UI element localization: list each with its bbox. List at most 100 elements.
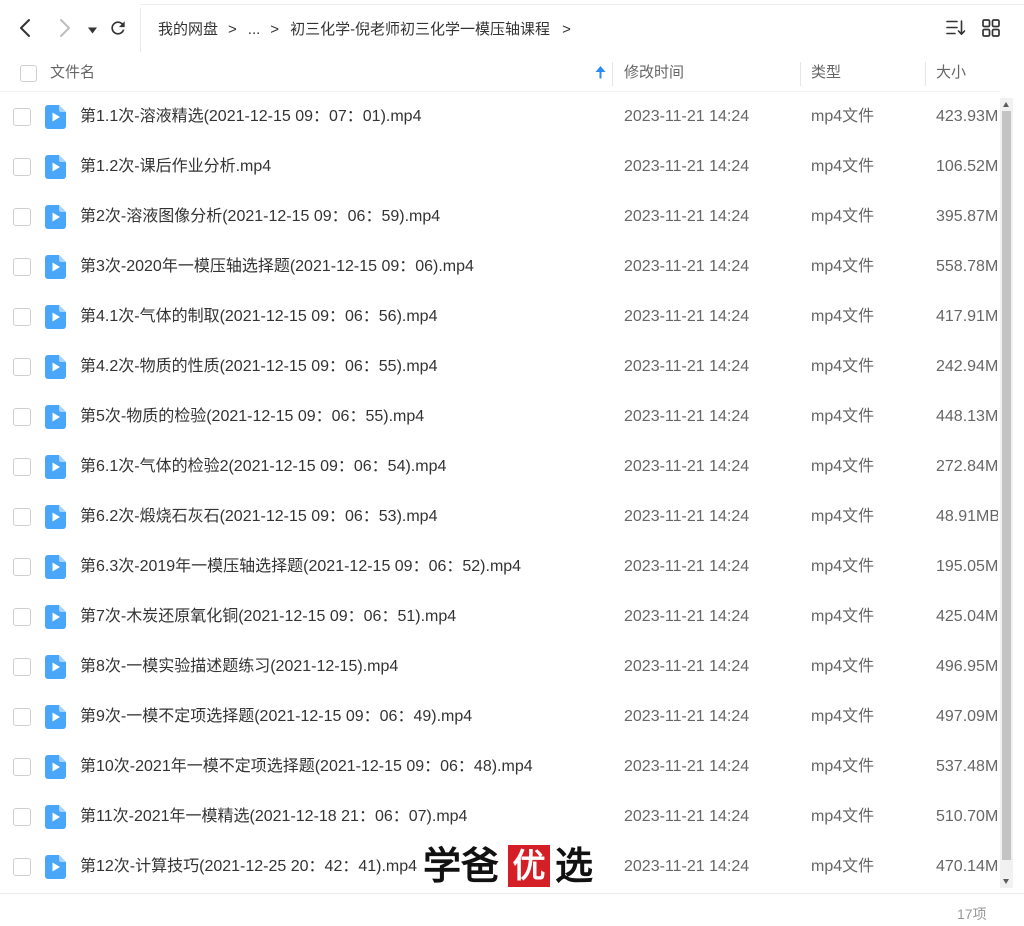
sort-options-button[interactable]: [945, 20, 967, 40]
file-type: mp4文件: [811, 508, 875, 525]
row-checkbox[interactable]: [13, 808, 31, 826]
column-header-size[interactable]: 大小: [936, 63, 966, 83]
file-size: 558.78M: [936, 258, 998, 275]
breadcrumb-separator: >: [228, 21, 237, 38]
video-file-icon: [45, 155, 66, 179]
row-checkbox[interactable]: [13, 858, 31, 876]
file-row[interactable]: 第7次-木炭还原氧化铜(2021-12-15 09：06：51).mp4 202…: [0, 592, 1000, 642]
file-row[interactable]: 第4.1次-气体的制取(2021-12-15 09：06：56).mp4 202…: [0, 292, 1000, 342]
file-name[interactable]: 第6.3次-2019年一模压轴选择题(2021-12-15 09：06：52).…: [80, 557, 521, 577]
row-checkbox[interactable]: [13, 158, 31, 176]
file-name[interactable]: 第3次-2020年一模压轴选择题(2021-12-15 09：06).mp4: [80, 257, 474, 277]
row-checkbox[interactable]: [13, 758, 31, 776]
select-all-checkbox[interactable]: [20, 65, 37, 82]
vertical-scrollbar[interactable]: [1000, 98, 1013, 888]
refresh-button[interactable]: [107, 19, 129, 41]
row-checkbox[interactable]: [13, 358, 31, 376]
video-file-icon: [45, 205, 66, 229]
file-size: 195.05M: [936, 558, 998, 575]
row-checkbox[interactable]: [13, 408, 31, 426]
row-checkbox[interactable]: [13, 258, 31, 276]
file-size: 537.48M: [936, 758, 998, 775]
file-size: 272.84M: [936, 458, 998, 475]
row-checkbox[interactable]: [13, 558, 31, 576]
history-dropdown-button[interactable]: [84, 22, 100, 38]
breadcrumb-current-folder[interactable]: 初三化学-倪老师初三化学一模压轴课程: [290, 19, 550, 41]
file-row[interactable]: 第6.2次-煅烧石灰石(2021-12-15 09：06：53).mp4 202…: [0, 492, 1000, 542]
forward-button[interactable]: [52, 18, 78, 40]
file-name[interactable]: 第4.2次-物质的性质(2021-12-15 09：06：55).mp4: [80, 357, 437, 377]
column-header-name[interactable]: 文件名: [50, 63, 95, 83]
file-name[interactable]: 第6.1次-气体的检验2(2021-12-15 09：06：54).mp4: [80, 457, 446, 477]
back-button[interactable]: [12, 18, 38, 40]
file-type: mp4文件: [811, 358, 875, 375]
file-type: mp4文件: [811, 258, 875, 275]
file-manager-window: 我的网盘 > ... > 初三化学-倪老师初三化学一模压轴课程 > 文件名 修改…: [0, 0, 1024, 926]
file-size: 395.87M: [936, 208, 998, 225]
breadcrumb-root[interactable]: 我的网盘: [158, 19, 218, 41]
video-file-icon: [45, 105, 66, 129]
file-size: 48.91MB: [936, 508, 998, 525]
file-row[interactable]: 第1.2次-课后作业分析.mp4 2023-11-21 14:24 mp4文件 …: [0, 142, 1000, 192]
row-checkbox[interactable]: [13, 458, 31, 476]
file-row[interactable]: 第6.1次-气体的检验2(2021-12-15 09：06：54).mp4 20…: [0, 442, 1000, 492]
modified-time: 2023-11-21 14:24: [624, 858, 750, 875]
file-row[interactable]: 第11次-2021年一模精选(2021-12-18 21：06：07).mp4 …: [0, 792, 1000, 842]
column-header-modified[interactable]: 修改时间: [624, 63, 684, 83]
scroll-up-arrow[interactable]: [1000, 98, 1013, 111]
file-name[interactable]: 第11次-2021年一模精选(2021-12-18 21：06：07).mp4: [80, 807, 467, 827]
file-row[interactable]: 第5次-物质的检验(2021-12-15 09：06：55).mp4 2023-…: [0, 392, 1000, 442]
file-type: mp4文件: [811, 458, 875, 475]
video-file-icon: [45, 455, 66, 479]
row-checkbox[interactable]: [13, 608, 31, 626]
watermark-logo: 学爸 优 选: [423, 842, 593, 890]
row-checkbox[interactable]: [13, 108, 31, 126]
row-checkbox[interactable]: [13, 658, 31, 676]
file-size: 470.14M: [936, 858, 998, 875]
caret-down-icon: [87, 21, 97, 39]
file-name[interactable]: 第8次-一模实验描述题练习(2021-12-15).mp4: [80, 657, 398, 677]
column-header-type[interactable]: 类型: [811, 63, 841, 83]
file-row[interactable]: 第4.2次-物质的性质(2021-12-15 09：06：55).mp4 202…: [0, 342, 1000, 392]
file-row[interactable]: 第2次-溶液图像分析(2021-12-15 09：06：59).mp4 2023…: [0, 192, 1000, 242]
file-name[interactable]: 第5次-物质的检验(2021-12-15 09：06：55).mp4: [80, 407, 424, 427]
grid-view-icon: [982, 18, 1000, 42]
scrollbar-track[interactable]: [1000, 111, 1013, 875]
file-row[interactable]: 第6.3次-2019年一模压轴选择题(2021-12-15 09：06：52).…: [0, 542, 1000, 592]
file-row[interactable]: 第1.1次-溶液精选(2021-12-15 09：07：01).mp4 2023…: [0, 92, 1000, 142]
row-checkbox[interactable]: [13, 708, 31, 726]
scroll-down-arrow[interactable]: [1000, 875, 1013, 888]
row-checkbox[interactable]: [13, 308, 31, 326]
modified-time: 2023-11-21 14:24: [624, 308, 750, 325]
grid-view-button[interactable]: [980, 18, 1002, 42]
file-row[interactable]: 第10次-2021年一模不定项选择题(2021-12-15 09：06：48).…: [0, 742, 1000, 792]
modified-time: 2023-11-21 14:24: [624, 158, 750, 175]
scrollbar-thumb[interactable]: [1002, 111, 1011, 860]
file-name[interactable]: 第10次-2021年一模不定项选择题(2021-12-15 09：06：48).…: [80, 757, 533, 777]
file-name[interactable]: 第1.1次-溶液精选(2021-12-15 09：07：01).mp4: [80, 107, 421, 127]
file-size: 423.93M: [936, 108, 998, 125]
toolbar-divider: [140, 8, 141, 52]
column-resize-handle[interactable]: [925, 62, 926, 86]
file-name[interactable]: 第2次-溶液图像分析(2021-12-15 09：06：59).mp4: [80, 207, 440, 227]
file-type: mp4文件: [811, 558, 875, 575]
file-name[interactable]: 第7次-木炭还原氧化铜(2021-12-15 09：06：51).mp4: [80, 607, 456, 627]
file-name[interactable]: 第12次-计算技巧(2021-12-25 20：42：41).mp4: [80, 857, 417, 877]
modified-time: 2023-11-21 14:24: [624, 758, 750, 775]
file-name[interactable]: 第9次-一模不定项选择题(2021-12-15 09：06：49).mp4: [80, 707, 472, 727]
video-file-icon: [45, 555, 66, 579]
row-checkbox[interactable]: [13, 508, 31, 526]
file-row[interactable]: 第8次-一模实验描述题练习(2021-12-15).mp4 2023-11-21…: [0, 642, 1000, 692]
modified-time: 2023-11-21 14:24: [624, 108, 750, 125]
file-name[interactable]: 第1.2次-课后作业分析.mp4: [80, 157, 271, 177]
column-resize-handle[interactable]: [800, 62, 801, 86]
breadcrumb-ellipsis[interactable]: ...: [248, 19, 261, 41]
file-row[interactable]: 第3次-2020年一模压轴选择题(2021-12-15 09：06).mp4 2…: [0, 242, 1000, 292]
file-size: 497.09M: [936, 708, 998, 725]
watermark-text: 学爸: [423, 843, 500, 888]
file-name[interactable]: 第6.2次-煅烧石灰石(2021-12-15 09：06：53).mp4: [80, 507, 437, 527]
file-row[interactable]: 第9次-一模不定项选择题(2021-12-15 09：06：49).mp4 20…: [0, 692, 1000, 742]
column-resize-handle[interactable]: [612, 62, 613, 86]
row-checkbox[interactable]: [13, 208, 31, 226]
file-name[interactable]: 第4.1次-气体的制取(2021-12-15 09：06：56).mp4: [80, 307, 437, 327]
